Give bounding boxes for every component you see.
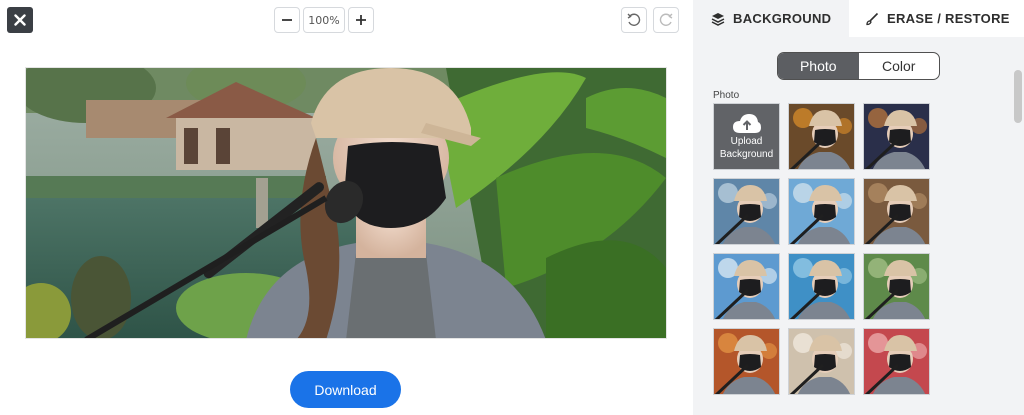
tab-background-label: BACKGROUND (733, 11, 832, 26)
minus-icon (282, 19, 292, 21)
background-thumbnail[interactable] (863, 328, 930, 395)
upload-label-line2: Background (719, 148, 774, 160)
zoom-controls: 100% (274, 7, 374, 33)
thumbnail-image (789, 329, 854, 394)
thumbnail-image (789, 179, 854, 244)
thumbnail-image (714, 329, 779, 394)
background-thumbnail[interactable] (863, 253, 930, 320)
tab-erase-restore[interactable]: ERASE / RESTORE (849, 0, 1024, 37)
zoom-level: 100% (303, 7, 345, 33)
background-thumbnail[interactable] (788, 103, 855, 170)
edited-photo (26, 68, 666, 338)
close-button[interactable] (7, 7, 33, 33)
panel-tabs: BACKGROUND ERASE / RESTORE (693, 0, 1024, 37)
download-button[interactable]: Download (290, 371, 401, 408)
thumbnail-image (864, 104, 929, 169)
color-option[interactable]: Color (859, 53, 940, 79)
background-thumbnail[interactable] (863, 103, 930, 170)
layers-icon (711, 12, 725, 26)
tab-background[interactable]: BACKGROUND (693, 0, 849, 37)
background-editor: 100% Download BACKGROUND ERASE / RESTORE… (0, 0, 1024, 415)
background-thumbnail[interactable] (788, 253, 855, 320)
background-thumbnail[interactable] (713, 328, 780, 395)
redo-icon (659, 13, 673, 26)
photo-canvas[interactable] (25, 67, 667, 339)
cloud-upload-icon (732, 113, 761, 133)
upload-label-line1: Upload (730, 135, 763, 147)
photo-option[interactable]: Photo (778, 53, 859, 79)
close-icon (14, 14, 26, 26)
undo-icon (627, 13, 641, 26)
panel-scrollbar-thumb[interactable] (1014, 70, 1022, 123)
thumbnail-image (714, 179, 779, 244)
history-controls (621, 7, 679, 33)
thumbnail-image (864, 254, 929, 319)
thumbnail-image (789, 254, 854, 319)
background-type-toggle: Photo Color (777, 52, 940, 80)
thumbnail-image (714, 254, 779, 319)
background-thumbnail[interactable] (713, 253, 780, 320)
background-thumbnail[interactable] (788, 178, 855, 245)
plus-icon (356, 15, 366, 25)
background-thumbnail[interactable] (788, 328, 855, 395)
thumbnail-image (789, 104, 854, 169)
thumbnail-image (864, 179, 929, 244)
upload-background-button[interactable]: Upload Background (713, 103, 780, 170)
redo-button[interactable] (653, 7, 679, 33)
zoom-out-button[interactable] (274, 7, 300, 33)
section-label: Photo (713, 90, 740, 101)
thumbnail-image (864, 329, 929, 394)
undo-button[interactable] (621, 7, 647, 33)
background-thumbnail[interactable] (863, 178, 930, 245)
side-panel: BACKGROUND ERASE / RESTORE Photo Color P… (693, 0, 1024, 415)
brush-icon (866, 12, 879, 25)
tab-erase-restore-label: ERASE / RESTORE (887, 11, 1010, 26)
zoom-in-button[interactable] (348, 7, 374, 33)
background-thumbnail[interactable] (713, 178, 780, 245)
